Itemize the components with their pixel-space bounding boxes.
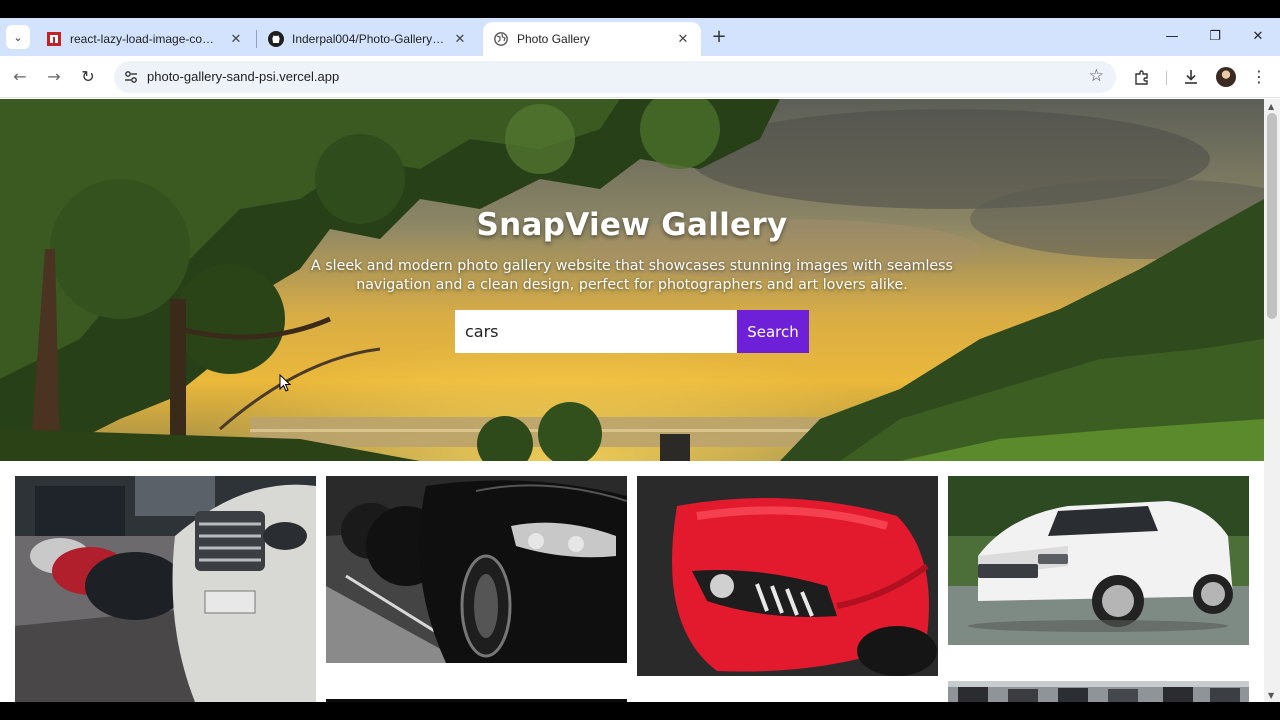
address-bar[interactable]: photo-gallery-sand-psi.vercel.app ☆ [114,61,1116,93]
tab-react-lazy-load[interactable]: react-lazy-load-image-compo ✕ [36,22,254,56]
page-viewport: SnapView Gallery A sleek and modern phot… [0,99,1264,702]
globe-icon [493,31,509,47]
downloads-button[interactable] [1179,65,1203,89]
gallery-image[interactable] [948,681,1249,702]
forward-button[interactable]: → [42,65,66,89]
url-text[interactable]: photo-gallery-sand-psi.vercel.app [147,69,339,84]
restore-icon: ❐ [1209,29,1221,44]
close-window-button[interactable]: ✕ [1245,26,1271,48]
search-input[interactable] [455,310,737,353]
hero-subtitle: A sleek and modern photo gallery website… [282,257,982,295]
reload-button[interactable]: ↻ [76,65,100,89]
kebab-menu-icon: ⋮ [1251,67,1267,86]
minimize-icon: — [1165,29,1179,44]
restore-button[interactable]: ❐ [1202,26,1228,48]
browser-menu-button[interactable]: ⋮ [1247,65,1271,89]
screen-border-bottom [0,702,1280,720]
github-icon [268,31,284,47]
close-icon: ✕ [1252,29,1264,44]
bookmark-star-icon[interactable]: ☆ [1089,66,1104,86]
scroll-down-icon[interactable]: ▼ [1268,691,1274,700]
plus-icon: + [711,26,727,47]
gallery-image[interactable] [948,476,1249,645]
extensions-button[interactable] [1130,65,1154,89]
site-info-icon[interactable] [122,68,140,86]
tab-title: Photo Gallery [517,32,590,46]
hero-subtitle-line: A sleek and modern photo gallery website… [311,258,953,274]
tab-title: react-lazy-load-image-compo [70,32,222,46]
puzzle-icon [1133,70,1151,90]
search-form: Search [455,310,809,353]
search-button[interactable]: Search [737,310,809,353]
close-icon[interactable]: ✕ [452,31,468,47]
tab-photo-gallery[interactable]: Photo Gallery ✕ [483,22,701,56]
toolbar-divider [1166,71,1167,85]
page-title: SnapView Gallery [476,207,788,243]
close-icon[interactable]: ✕ [228,31,244,47]
tab-search-button[interactable]: ⌄ [6,25,30,49]
new-tab-button[interactable]: + [708,27,730,49]
arrow-left-icon: ← [13,67,27,86]
tab-github-photo-gallery[interactable]: Inderpal004/Photo-Gallery: Mi ✕ [258,22,478,56]
back-button[interactable]: ← [8,65,32,89]
gallery-image[interactable] [637,476,938,676]
npm-icon [46,31,62,47]
tab-strip: ⌄ react-lazy-load-image-compo ✕ Inderpal… [0,18,1280,56]
gallery-image[interactable] [326,476,627,663]
tab-title: Inderpal004/Photo-Gallery: Mi [292,32,446,46]
hero-banner: SnapView Gallery A sleek and modern phot… [0,99,1264,461]
chevron-down-icon: ⌄ [13,30,23,44]
reload-icon: ↻ [81,67,95,86]
mouse-pointer-icon [279,374,291,392]
close-icon[interactable]: ✕ [675,31,691,47]
screen-border-top [0,0,1280,18]
scrollbar-thumb[interactable] [1267,113,1277,319]
browser-toolbar: ← → ↻ photo-gallery-sand-psi.vercel.app … [0,56,1280,98]
minimize-button[interactable]: — [1159,26,1185,48]
scroll-up-icon[interactable]: ▲ [1268,102,1274,111]
profile-avatar[interactable] [1216,67,1236,87]
hero-subtitle-line: navigation and a clean design, perfect f… [356,277,908,293]
gallery-image[interactable] [15,476,316,702]
download-icon [1182,70,1200,90]
arrow-right-icon: → [47,67,61,86]
page-scrollbar[interactable]: ▲ ▼ [1264,99,1280,702]
tab-divider [256,30,257,48]
browser-window: ⌄ react-lazy-load-image-compo ✕ Inderpal… [0,18,1280,702]
